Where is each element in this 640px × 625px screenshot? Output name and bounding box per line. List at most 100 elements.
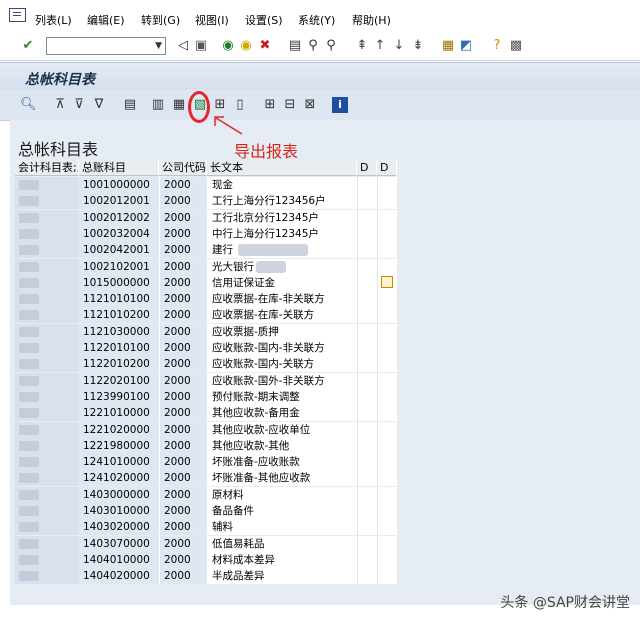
change-layout-icon[interactable]: ⊞ (262, 97, 278, 113)
table-row[interactable]: 1403010000 2000 备品备件 (15, 503, 397, 519)
table-row[interactable]: 1404020000 2000 半成品差异 (15, 568, 397, 585)
print-preview-icon[interactable]: ▤ (122, 97, 138, 113)
table-row[interactable]: 1001000000 2000 现金 (15, 177, 397, 193)
table-row[interactable]: 1002032004 2000 中行上海分行12345户 (15, 225, 397, 242)
menu-view[interactable]: 视图(I) (195, 12, 229, 28)
word-processing-icon[interactable]: ▥ (150, 97, 166, 113)
chart-of-accounts-cell (15, 470, 79, 487)
chart-of-accounts-cell (15, 274, 79, 291)
find-next-icon[interactable]: ⚲ (323, 38, 339, 54)
table-row[interactable]: 1123990100 2000 预付账款-期末调整 (15, 388, 397, 405)
redacted-patch (19, 261, 39, 272)
create-session-icon[interactable]: ▦ (440, 38, 456, 54)
dropdown-arrow-icon[interactable]: ▼ (155, 41, 162, 51)
sort-descending-icon[interactable]: ⊽ (71, 97, 87, 113)
table-row[interactable]: 1121030000 2000 应收票据-质押 (15, 323, 397, 340)
table-row[interactable]: 1002012002 2000 工行北京分行12345户 (15, 209, 397, 226)
table-row[interactable]: 1121010100 2000 应收票据-在库-非关联方 (15, 291, 397, 308)
exit-icon[interactable]: ◉ (238, 38, 254, 54)
next-page-icon[interactable]: ↓ (391, 38, 407, 54)
back-small-icon[interactable]: ◁ (175, 38, 191, 54)
long-text-cell: 备品备件 (207, 503, 357, 519)
gl-account-cell: 1002042001 (79, 242, 159, 259)
table-row[interactable]: 1404010000 2000 材料成本差异 (15, 551, 397, 568)
table-row[interactable]: 1241010000 2000 坏账准备-应收账款 (15, 454, 397, 471)
table-row[interactable]: 1403070000 2000 低值易耗品 (15, 535, 397, 552)
table-row[interactable]: 1221020000 2000 其他应收款-应收单位 (15, 421, 397, 438)
enter-check-icon[interactable]: ✔ (20, 38, 36, 54)
long-text-cell: 其他应收款-备用金 (207, 405, 357, 422)
menu-list[interactable]: 列表(L) (35, 12, 72, 28)
chart-of-accounts-cell (15, 405, 79, 422)
d2-cell (377, 503, 397, 519)
sort-ascending-icon[interactable]: ⊼ (52, 97, 68, 113)
customize-layout-icon[interactable]: ▩ (508, 38, 524, 54)
command-field[interactable]: ▼ (46, 37, 166, 55)
long-text-icon[interactable] (381, 275, 393, 288)
sap-menu-icon[interactable] (9, 8, 26, 22)
graphic-icon[interactable]: ▯ (232, 97, 248, 113)
table-row[interactable]: 1122010200 2000 应收账款-国内-关联方 (15, 356, 397, 373)
cancel-icon[interactable]: ✖ (257, 38, 273, 54)
d1-cell (357, 274, 377, 291)
redacted-patch (19, 457, 39, 468)
table-row[interactable]: 1403020000 2000 辅料 (15, 519, 397, 536)
column-header-long-text[interactable]: 长文本 (207, 160, 357, 176)
abc-analysis-icon[interactable]: ⊞ (212, 97, 228, 113)
long-text-cell: 中行上海分行12345户 (207, 225, 357, 242)
spreadsheet-icon[interactable]: ▦ (171, 97, 187, 113)
back-icon[interactable]: ◉ (220, 38, 236, 54)
company-code-cell: 2000 (159, 405, 207, 422)
menu-edit[interactable]: 编辑(E) (87, 12, 125, 28)
column-header-gl-account[interactable]: 总账科目 (79, 160, 159, 176)
company-code-cell: 2000 (159, 242, 207, 259)
save-layout-icon[interactable]: ⊠ (302, 97, 318, 113)
column-header-company-code[interactable]: 公司代码 (159, 160, 207, 176)
select-layout-icon[interactable]: ⊟ (282, 97, 298, 113)
table-row[interactable]: 1002012001 2000 工行上海分行123456户 (15, 193, 397, 210)
d1-cell (357, 551, 377, 568)
information-icon[interactable]: i (332, 97, 348, 113)
menu-settings[interactable]: 设置(S) (245, 12, 283, 28)
d2-cell (377, 258, 397, 275)
company-code-cell: 2000 (159, 519, 207, 536)
find-icon[interactable]: ⚲ (305, 38, 321, 54)
table-row[interactable]: 1403000000 2000 原材料 (15, 486, 397, 503)
generate-shortcut-icon[interactable]: ◩ (458, 38, 474, 54)
print-icon[interactable]: ▤ (287, 38, 303, 54)
menu-help[interactable]: 帮助(H) (352, 12, 391, 28)
first-page-icon[interactable]: ⇞ (354, 38, 370, 54)
table-row[interactable]: 1002102001 2000 光大银行 (15, 258, 397, 275)
menu-goto[interactable]: 转到(G) (141, 12, 180, 28)
redacted-patch (19, 310, 39, 321)
d2-cell (377, 323, 397, 340)
table-row[interactable]: 1221010000 2000 其他应收款-备用金 (15, 405, 397, 422)
help-icon[interactable]: ? (489, 38, 505, 54)
table-row[interactable]: 1121010200 2000 应收票据-在库-关联方 (15, 307, 397, 324)
d1-cell (357, 503, 377, 519)
column-header-d1[interactable]: D (357, 160, 377, 176)
save-icon[interactable]: ▣ (193, 38, 209, 54)
menu-system[interactable]: 系统(Y) (298, 12, 335, 28)
column-header-d2[interactable]: D (377, 160, 397, 176)
filter-icon[interactable]: ∇ (91, 97, 107, 113)
details-icon[interactable]: 🔍︎ (20, 97, 37, 113)
long-text-cell: 其他应收款-应收单位 (207, 421, 357, 438)
long-text-cell: 其他应收款-其他 (207, 437, 357, 454)
table-row[interactable]: 1015000000 2000 信用证保证金 (15, 274, 397, 291)
last-page-icon[interactable]: ⇟ (410, 38, 426, 54)
long-text-cell: 现金 (207, 177, 357, 193)
redacted-patch (19, 522, 39, 533)
d1-cell (357, 225, 377, 242)
table-row[interactable]: 1241020000 2000 坏账准备-其他应收款 (15, 470, 397, 487)
previous-page-icon[interactable]: ↑ (372, 38, 388, 54)
long-text-cell: 坏账准备-其他应收款 (207, 470, 357, 487)
table-row[interactable]: 1221980000 2000 其他应收款-其他 (15, 437, 397, 454)
table-row[interactable]: 1002042001 2000 建行 (15, 242, 397, 259)
chart-of-accounts-cell (15, 177, 79, 193)
long-text-cell: 建行 (207, 242, 357, 259)
d1-cell (357, 177, 377, 193)
column-header-chart-of-accounts[interactable]: 会计科目表;; (15, 160, 79, 176)
table-row[interactable]: 1122020100 2000 应收账款-国外-非关联方 (15, 372, 397, 389)
table-row[interactable]: 1122010100 2000 应收账款-国内-非关联方 (15, 340, 397, 356)
